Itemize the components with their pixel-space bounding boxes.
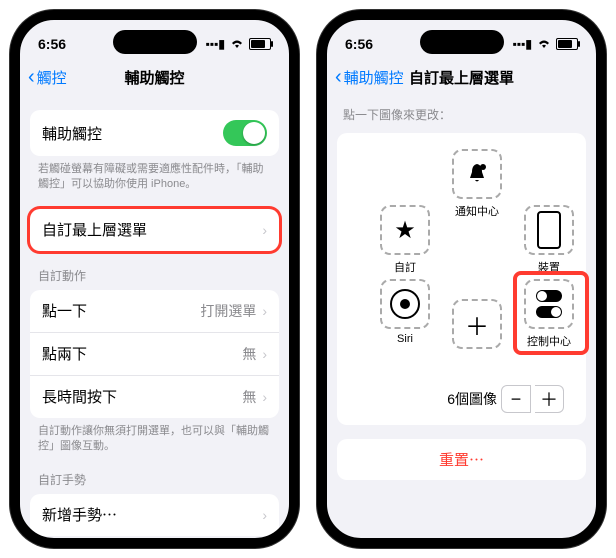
back-button[interactable]: ‹ 輔助觸控 bbox=[335, 67, 404, 88]
nav-title: 輔助觸控 bbox=[124, 67, 184, 88]
new-gesture-row[interactable]: 新增手勢⋯ › bbox=[30, 494, 279, 536]
icon-grid: 通知中心 ★ 自訂 裝置 Siri ＋ 控制中心 bbox=[345, 149, 578, 379]
slot-custom[interactable]: ★ 自訂 bbox=[377, 205, 433, 275]
custom-actions-footer: 自訂動作讓你無須打開選單，也可以與「輔助觸控」圖像互動。 bbox=[30, 418, 279, 455]
row-value: 打開選單 bbox=[200, 301, 256, 321]
slot-label: 自訂 bbox=[377, 259, 433, 275]
battery-icon bbox=[556, 38, 578, 50]
chevron-right-icon: › bbox=[262, 303, 267, 319]
siri-icon bbox=[380, 279, 430, 329]
count-label: 6個圖像 bbox=[447, 389, 497, 409]
chevron-left-icon: ‹ bbox=[335, 67, 342, 87]
dynamic-island bbox=[420, 30, 504, 54]
stepper-minus[interactable]: − bbox=[501, 385, 531, 413]
custom-actions-header: 自訂動作 bbox=[30, 267, 279, 290]
nav-bar: ‹ 觸控 輔助觸控 bbox=[20, 60, 289, 94]
slot-device[interactable]: 裝置 bbox=[521, 205, 577, 275]
custom-gestures-footer: 自訂手勢讓你錄製可從「自訂」選單中啟用的手勢。 bbox=[30, 536, 279, 548]
single-tap-row[interactable]: 點一下 打開選單 › bbox=[30, 290, 279, 332]
hint-text: 點一下圖像來更改： bbox=[327, 94, 596, 127]
star-icon: ★ bbox=[380, 205, 430, 255]
settings-scroll[interactable]: 輔助觸控 若觸碰螢幕有障礙或需要適應性配件時，「輔助觸控」可以協助你使用 iPh… bbox=[20, 94, 289, 548]
bell-icon bbox=[452, 149, 502, 199]
status-icons: ▪▪▪▮ bbox=[206, 37, 271, 52]
chevron-right-icon: › bbox=[262, 389, 267, 405]
chevron-right-icon: › bbox=[262, 346, 267, 362]
menu-customize-panel: 通知中心 ★ 自訂 裝置 Siri ＋ 控制中心 bbox=[337, 133, 586, 425]
battery-icon bbox=[249, 38, 271, 50]
highlight-control-center bbox=[513, 271, 589, 355]
phone-left: 6:56 ▪▪▪▮ ‹ 觸控 輔助觸控 輔助觸控 若觸碰螢幕有障礙或需要適應性配… bbox=[10, 10, 299, 548]
toggle-on-icon[interactable] bbox=[223, 120, 267, 146]
slot-siri[interactable]: Siri bbox=[377, 279, 433, 345]
back-button[interactable]: ‹ 觸控 bbox=[28, 67, 67, 88]
nav-title: 自訂最上層選單 bbox=[409, 67, 514, 88]
row-value: 無 bbox=[242, 387, 256, 407]
wifi-icon bbox=[229, 37, 245, 52]
icon-count-stepper: 6個圖像 − ＋ bbox=[345, 379, 578, 413]
assistive-touch-toggle-row[interactable]: 輔助觸控 bbox=[30, 110, 279, 156]
row-value: 無 bbox=[242, 344, 256, 364]
back-label: 輔助觸控 bbox=[344, 67, 404, 88]
slot-label: 通知中心 bbox=[449, 203, 505, 219]
nav-bar: ‹ 輔助觸控 自訂最上層選單 bbox=[327, 60, 596, 94]
back-label: 觸控 bbox=[37, 67, 67, 88]
status-time: 6:56 bbox=[38, 36, 66, 52]
double-tap-row[interactable]: 點兩下 無 › bbox=[30, 332, 279, 375]
row-label: 點兩下 bbox=[42, 343, 87, 364]
row-label: 新增手勢⋯ bbox=[42, 504, 117, 525]
wifi-icon bbox=[536, 37, 552, 52]
stepper-plus[interactable]: ＋ bbox=[535, 385, 564, 413]
chevron-left-icon: ‹ bbox=[28, 67, 35, 87]
status-time: 6:56 bbox=[345, 36, 373, 52]
customize-top-menu-row[interactable]: 自訂最上層選單 › bbox=[30, 209, 279, 251]
phone-right: 6:56 ▪▪▪▮ ‹ 輔助觸控 自訂最上層選單 點一下圖像來更改： 通知中心 bbox=[317, 10, 606, 548]
row-label: 輔助觸控 bbox=[42, 123, 102, 144]
status-icons: ▪▪▪▮ bbox=[513, 37, 578, 52]
reset-button[interactable]: 重置⋯ bbox=[337, 439, 586, 480]
signal-icon: ▪▪▪▮ bbox=[206, 37, 225, 51]
row-label: 自訂最上層選單 bbox=[42, 219, 147, 240]
slot-notification-center[interactable]: 通知中心 bbox=[449, 149, 505, 219]
custom-gestures-header: 自訂手勢 bbox=[30, 471, 279, 494]
signal-icon: ▪▪▪▮ bbox=[513, 37, 532, 51]
row-label: 長時間按下 bbox=[42, 386, 117, 407]
slot-add[interactable]: ＋ bbox=[449, 299, 505, 353]
phone-icon bbox=[524, 205, 574, 255]
plus-icon: ＋ bbox=[452, 299, 502, 349]
slot-label: Siri bbox=[377, 333, 433, 345]
long-press-row[interactable]: 長時間按下 無 › bbox=[30, 375, 279, 418]
chevron-right-icon: › bbox=[262, 222, 267, 238]
assistive-footer: 若觸碰螢幕有障礙或需要適應性配件時，「輔助觸控」可以協助你使用 iPhone。 bbox=[30, 156, 279, 193]
chevron-right-icon: › bbox=[262, 507, 267, 523]
dynamic-island bbox=[113, 30, 197, 54]
reset-label: 重置⋯ bbox=[439, 452, 484, 469]
row-label: 點一下 bbox=[42, 300, 87, 321]
